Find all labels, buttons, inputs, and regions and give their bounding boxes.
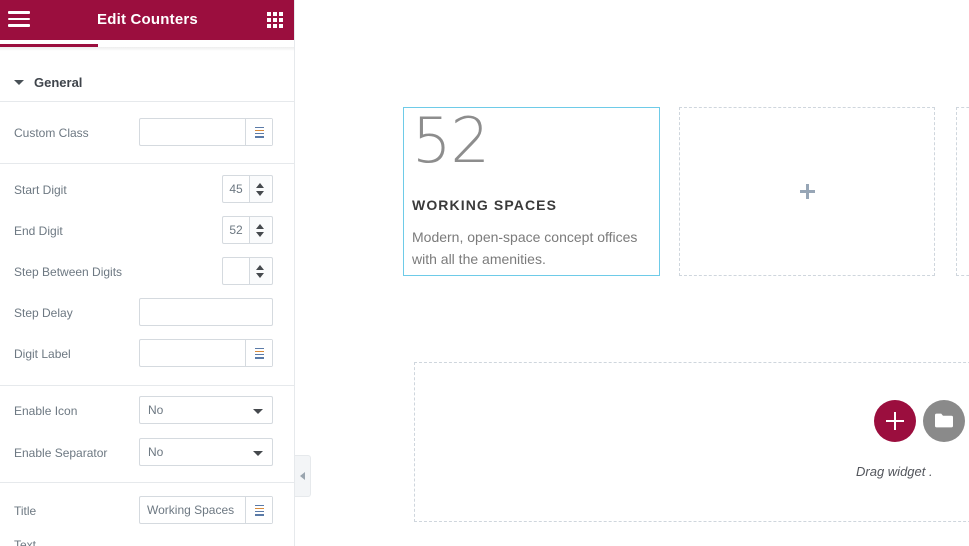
folder-icon (935, 413, 953, 428)
placeholder-box-bottom[interactable] (414, 362, 969, 522)
editor-canvas: 52 WORKING SPACES Modern, open-space con… (296, 0, 969, 546)
title-input[interactable] (140, 497, 245, 523)
step-between-digits-input[interactable] (223, 258, 249, 284)
counter-widget[interactable]: 52 WORKING SPACES Modern, open-space con… (403, 107, 660, 276)
select-value: No (148, 445, 164, 459)
chevron-down-icon (253, 451, 263, 456)
widget-library-button[interactable] (923, 400, 965, 442)
spinner-down-icon[interactable] (256, 231, 264, 237)
control-label: Title (14, 504, 37, 518)
control-start-digit: Start Digit (0, 175, 294, 207)
end-digit-input[interactable] (223, 217, 249, 243)
spinner-up-icon[interactable] (256, 182, 264, 188)
digit-label-input-wrap (139, 339, 273, 367)
panel-title: Edit Counters (97, 11, 198, 28)
counter-number: 52 (412, 104, 490, 177)
list-dynamic-icon[interactable] (245, 340, 272, 366)
section-header-general[interactable]: General (0, 64, 294, 102)
spinner-up-icon[interactable] (256, 223, 264, 229)
settings-panel: Content Style Advanced Edit Counters Gen… (0, 0, 295, 546)
select-value: No (148, 403, 164, 417)
digit-label-input[interactable] (140, 340, 245, 366)
title-input-wrap (139, 496, 273, 524)
control-title: Title (0, 496, 294, 528)
section-label: General (34, 75, 83, 90)
enable-icon-select[interactable]: No (139, 396, 273, 424)
control-label: Enable Separator (14, 446, 108, 460)
list-dynamic-icon[interactable] (245, 497, 272, 523)
control-label: Step Delay (14, 306, 73, 320)
panel-header: Edit Counters (0, 0, 294, 40)
control-digit-label: Digit Label (0, 339, 294, 371)
chevron-down-icon (253, 409, 263, 414)
end-digit-spinner[interactable] (249, 217, 270, 243)
step-delay-input[interactable] (140, 299, 272, 325)
enable-separator-select[interactable]: No (139, 438, 273, 466)
control-custom-class: Custom Class (0, 118, 294, 150)
step-delay-input-wrap (139, 298, 273, 326)
divider (0, 482, 294, 483)
divider (0, 163, 294, 164)
chevron-left-icon (300, 472, 305, 480)
drag-widget-hint: Drag widget . (856, 464, 933, 479)
apps-grid-icon[interactable] (267, 12, 285, 30)
spinner-down-icon[interactable] (256, 272, 264, 278)
control-label: Custom Class (14, 126, 89, 140)
panel-collapse-handle[interactable] (295, 455, 311, 497)
control-label: Enable Icon (14, 404, 78, 418)
control-enable-separator: Enable Separator No (0, 438, 294, 470)
control-enable-icon: Enable Icon No (0, 396, 294, 428)
divider (0, 385, 294, 386)
control-end-digit: End Digit (0, 216, 294, 248)
control-label: Text (14, 538, 37, 546)
placeholder-box-center[interactable] (679, 107, 935, 276)
control-text: Text (0, 534, 294, 546)
counter-text: Modern, open-space concept offices with … (412, 229, 638, 268)
custom-class-input-wrap (139, 118, 273, 146)
step-between-digits-spinner[interactable] (249, 258, 270, 284)
tabs-shadow (0, 47, 294, 51)
end-digit-stepper (222, 216, 273, 244)
chevron-down-icon (14, 80, 24, 85)
add-widget-button[interactable] (874, 400, 916, 442)
placeholder-box-right[interactable] (956, 107, 969, 276)
counter-title: WORKING SPACES (412, 197, 558, 213)
control-step-delay: Step Delay (0, 298, 294, 330)
control-label: Digit Label (14, 347, 71, 361)
plus-icon (799, 184, 815, 199)
control-label: End Digit (14, 224, 63, 238)
custom-class-input[interactable] (140, 119, 245, 145)
start-digit-stepper (222, 175, 273, 203)
control-label: Step Between Digits (14, 265, 123, 279)
step-between-digits-stepper (222, 257, 273, 285)
spinner-down-icon[interactable] (256, 190, 264, 196)
list-dynamic-icon[interactable] (245, 119, 272, 145)
start-digit-input[interactable] (223, 176, 249, 202)
start-digit-spinner[interactable] (249, 176, 270, 202)
control-step-between-digits: Step Between Digits (0, 257, 294, 289)
spinner-up-icon[interactable] (256, 264, 264, 270)
control-label: Start Digit (14, 183, 67, 197)
